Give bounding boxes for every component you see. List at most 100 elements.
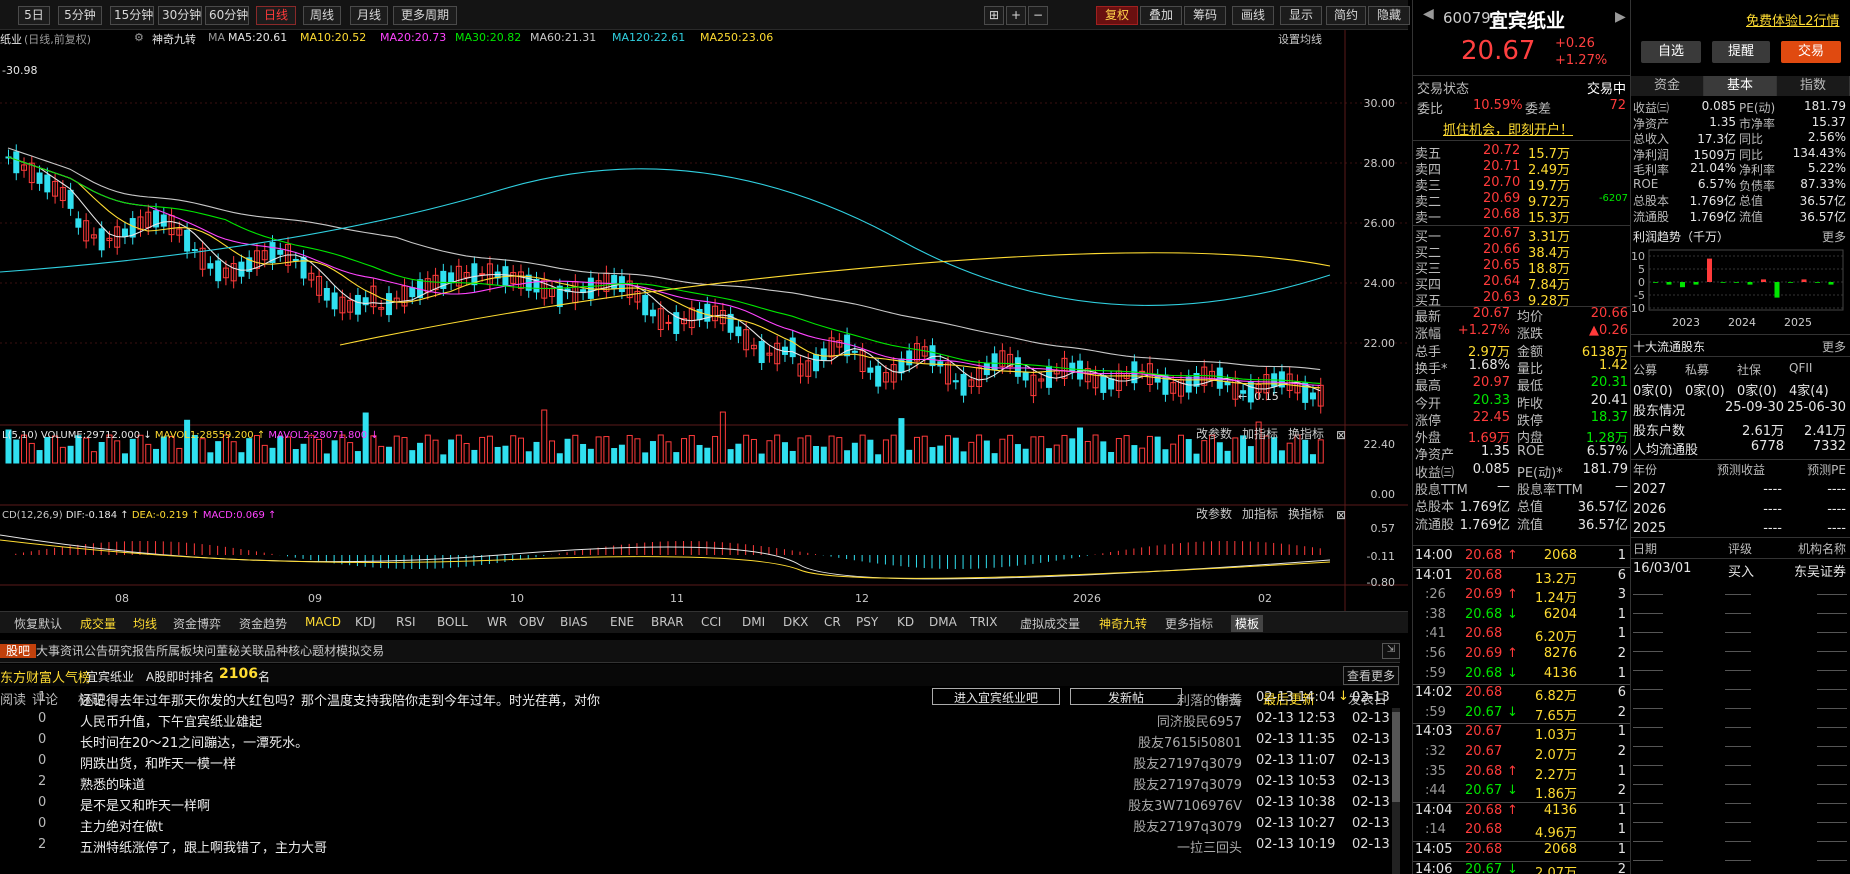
ind-tab-25[interactable]: 模板 — [1231, 615, 1264, 632]
post-title[interactable]: 人民币升值，下午宜宾纸业雄起 — [80, 711, 262, 730]
layout-icon[interactable]: ⊞ — [984, 6, 1004, 25]
news-tab-9[interactable]: 模拟交易 — [336, 644, 384, 658]
period-4[interactable]: 60分钟 — [205, 6, 249, 25]
ind-tab-24[interactable]: 更多指标 — [1165, 615, 1213, 632]
toolbar-right-5[interactable]: 简约 — [1326, 6, 1366, 25]
kline-chart[interactable]: 30.0028.0026.0024.0022.00-30.98←20.15L(5… — [0, 30, 1408, 612]
post-author[interactable]: 股友7615i50801 — [1138, 732, 1242, 751]
ind-tab-21[interactable]: TRIX — [970, 615, 997, 629]
ind-tab-8[interactable]: BOLL — [437, 615, 468, 629]
post-author[interactable]: 一拉三回头 — [1177, 837, 1242, 856]
ind-tab-3[interactable]: 资金博弈 — [173, 615, 221, 632]
ind-tab-23[interactable]: 神奇九转 — [1099, 615, 1147, 632]
ind-tab-5[interactable]: MACD — [305, 615, 341, 629]
news-scrollbar[interactable] — [1392, 708, 1400, 874]
post-author[interactable]: 股友3W7106976V — [1128, 795, 1242, 814]
add-watchlist-button[interactable]: 自选 — [1641, 41, 1701, 63]
fund-tab-1[interactable]: 基本 — [1704, 76, 1777, 96]
collapse-icon[interactable]: ⇲ — [1382, 643, 1400, 659]
post-row[interactable]: 1 还记得去年过年那天你发的大红包吗？那个温度支持我陪你走到今年过年。时光荏苒，对… — [0, 688, 1400, 709]
post-title[interactable]: 阴跌出货，和昨天一模一样 — [80, 753, 236, 772]
zoom-out-icon[interactable]: − — [1028, 6, 1048, 25]
post-row[interactable]: 0 主力绝对在做t 股友27197q3079 02-13 10:27 02-13 — [0, 814, 1400, 835]
period-1[interactable]: 5分钟 — [58, 6, 102, 25]
ind-tab-18[interactable]: PSY — [856, 615, 878, 629]
news-tab-4[interactable]: 研究报告 — [108, 644, 156, 658]
ind-tab-14[interactable]: CCI — [701, 615, 721, 629]
news-tab-5[interactable]: 所属板块 — [156, 644, 204, 658]
ind-tab-19[interactable]: KD — [897, 615, 914, 629]
ind-tab-20[interactable]: DMA — [929, 615, 957, 629]
toolbar-right-3[interactable]: 画线 — [1232, 6, 1274, 25]
period-8[interactable]: 更多周期 — [393, 6, 457, 25]
gear-icon[interactable]: ⚙ — [134, 31, 144, 44]
post-title[interactable]: 主力绝对在做t — [80, 816, 163, 835]
post-title[interactable]: 五洲特纸涨停了，跟上啊我错了，主力大哥 — [80, 837, 327, 856]
ind-tab-22[interactable]: 虚拟成交量 — [1020, 615, 1080, 632]
post-row[interactable]: 2 熟悉的味道 股友27197q3079 02-13 10:53 02-13 — [0, 772, 1400, 793]
post-title[interactable]: 还记得去年过年那天你发的大红包吗？那个温度支持我陪你走到今年过年。时光荏苒，对你 — [80, 690, 600, 709]
toolbar-right-6[interactable]: 隐藏 — [1368, 6, 1410, 25]
post-row[interactable]: 0 阴跌出货，和昨天一模一样 股友27197q3079 02-13 11:07 02-1… — [0, 751, 1400, 772]
macd-btn-2[interactable]: 换指标 — [1288, 506, 1324, 521]
period-2[interactable]: 15分钟 — [110, 6, 154, 25]
period-5[interactable]: 日线 — [256, 6, 296, 25]
news-tab-6[interactable]: 问董秘 — [204, 644, 240, 658]
vol-btn-0[interactable]: 改参数 — [1196, 426, 1232, 441]
post-title[interactable]: 是不是又和昨天一样啊 — [80, 795, 210, 814]
news-tab-0[interactable]: 股吧 — [0, 644, 37, 658]
remind-button[interactable]: 提醒 — [1712, 41, 1770, 63]
fund-tab-2[interactable]: 指数 — [1777, 76, 1850, 96]
toolbar-right-2[interactable]: 筹码 — [1184, 6, 1226, 25]
post-author[interactable]: 股友27197q3079 — [1133, 774, 1242, 793]
macd-btn-1[interactable]: 加指标 — [1242, 506, 1278, 521]
post-author[interactable]: 同济股民6957 — [1157, 711, 1242, 730]
vol-btn-2[interactable]: 换指标 — [1288, 426, 1324, 441]
zoom-in-icon[interactable]: + — [1006, 6, 1026, 25]
ma-settings-button[interactable]: 设置均线 — [1278, 31, 1322, 47]
post-author[interactable]: 股友27197q3079 — [1133, 816, 1242, 835]
post-title[interactable]: 熟悉的味道 — [80, 774, 145, 793]
toolbar-right-0[interactable]: 复权 — [1096, 6, 1138, 25]
ind-tab-2[interactable]: 均线 — [133, 615, 157, 632]
period-0[interactable]: 5日 — [18, 6, 50, 25]
close-icon[interactable]: ⊠ — [1336, 508, 1346, 522]
vol-btn-1[interactable]: 加指标 — [1242, 426, 1278, 441]
ind-tab-13[interactable]: BRAR — [651, 615, 684, 629]
post-title[interactable]: 长时间在20～21之间蹦达，一潭死水。 — [80, 732, 308, 751]
news-tab-7[interactable]: 关联品种 — [240, 644, 288, 658]
toolbar-right-4[interactable]: 显示 — [1280, 6, 1322, 25]
news-tab-8[interactable]: 核心题材 — [288, 644, 336, 658]
ind-tab-4[interactable]: 资金趋势 — [239, 615, 287, 632]
post-author[interactable]: 股友27197q3079 — [1133, 753, 1242, 772]
free-l2-link[interactable]: 免费体验L2行情 — [1746, 10, 1840, 29]
post-row[interactable]: 0 人民币升值，下午宜宾纸业雄起 同济股民6957 02-13 12:53 02-13 — [0, 709, 1400, 730]
post-row[interactable]: 0 是不是又和昨天一样啊 股友3W7106976V 02-13 10:38 02-13 — [0, 793, 1400, 814]
close-icon[interactable]: ⊠ — [1336, 428, 1346, 442]
post-row[interactable]: 0 长时间在20～21之间蹦达，一潭死水。 股友7615i50801 02-13 11… — [0, 730, 1400, 751]
news-tab-3[interactable]: 公告 — [84, 644, 108, 658]
trade-button[interactable]: 交易 — [1781, 41, 1841, 63]
period-3[interactable]: 30分钟 — [158, 6, 202, 25]
ind-tab-10[interactable]: OBV — [519, 615, 545, 629]
ind-tab-0[interactable]: 恢复默认 — [14, 615, 62, 632]
macd-btn-0[interactable]: 改参数 — [1196, 506, 1232, 521]
ind-tab-16[interactable]: DKX — [783, 615, 808, 629]
fund-tab-0[interactable]: 资金 — [1631, 76, 1704, 96]
news-tab-2[interactable]: 资讯 — [60, 644, 84, 658]
ind-tab-11[interactable]: BIAS — [560, 615, 588, 629]
ind-tab-9[interactable]: WR — [487, 615, 507, 629]
news-tab-1[interactable]: 大事 — [36, 644, 60, 658]
open-account-link[interactable]: 抓住机会，即刻开户！ — [1443, 119, 1573, 138]
ind-tab-7[interactable]: RSI — [396, 615, 416, 629]
post-author[interactable]: 利落的谢涛 — [1177, 690, 1242, 709]
ind-tab-17[interactable]: CR — [824, 615, 841, 629]
ind-tab-1[interactable]: 成交量 — [80, 615, 116, 632]
period-7[interactable]: 月线 — [350, 6, 388, 25]
profit-more[interactable]: 更多 — [1822, 228, 1846, 245]
toolbar-right-1[interactable]: 叠加 — [1140, 6, 1182, 25]
ind-tab-6[interactable]: KDJ — [355, 615, 376, 629]
holders-more[interactable]: 更多 — [1822, 338, 1846, 355]
post-row[interactable]: 2 五洲特纸涨停了，跟上啊我错了，主力大哥 一拉三回头 02-13 10:19 02-1… — [0, 835, 1400, 856]
rank-more-button[interactable]: 查看更多 — [1343, 666, 1400, 685]
